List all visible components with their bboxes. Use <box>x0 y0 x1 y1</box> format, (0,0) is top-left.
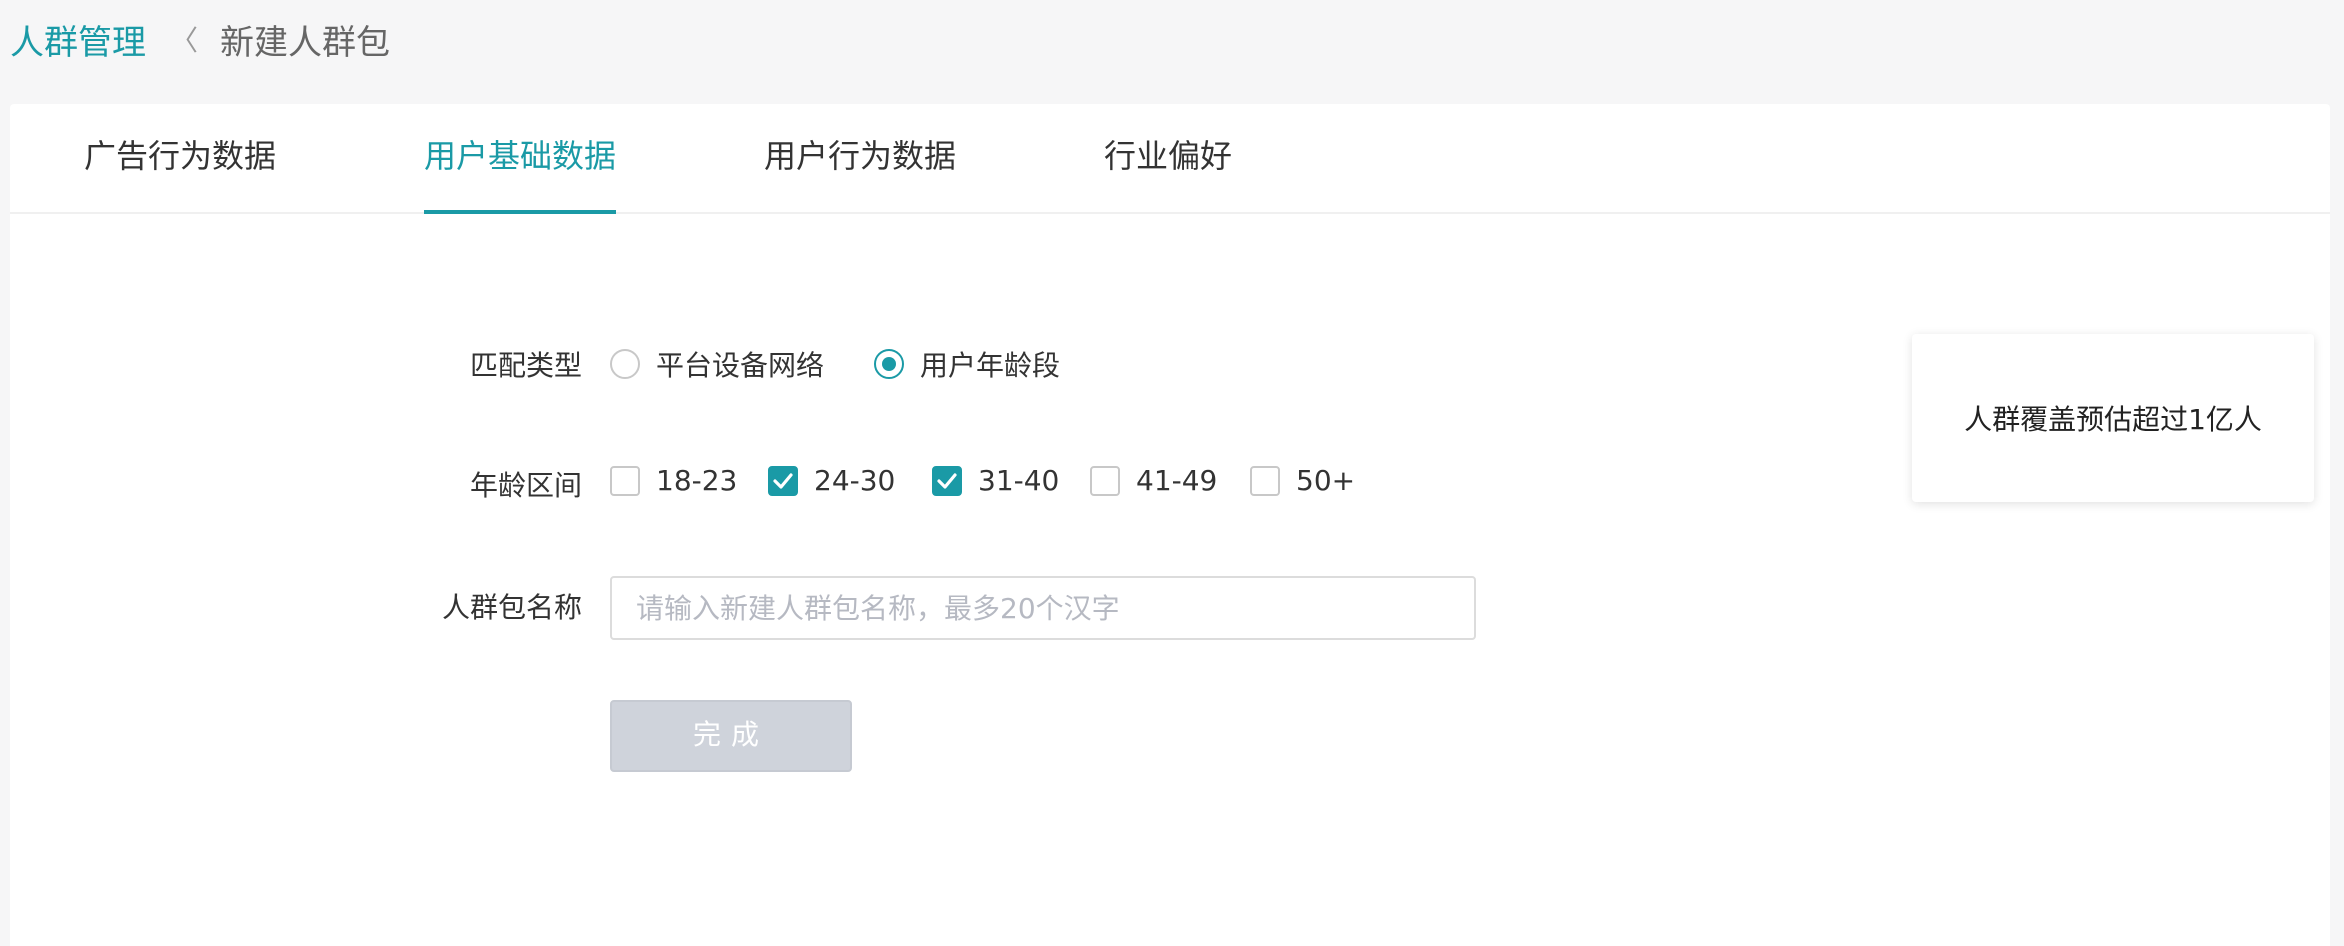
checkmark-icon <box>768 465 798 496</box>
checkbox-label: 24-30 <box>814 464 896 497</box>
checkbox-label: 41-49 <box>1136 464 1218 497</box>
tab-user-behavior[interactable]: 用户行为数据 <box>764 104 956 212</box>
tab-ad-behavior[interactable]: 广告行为数据 <box>84 104 276 212</box>
radio-platform-device-network[interactable]: 平台设备网络 <box>610 344 824 384</box>
radio-unchecked-icon <box>610 349 640 379</box>
done-button[interactable]: 完成 <box>610 700 852 772</box>
breadcrumb-current: 新建人群包 <box>220 22 391 63</box>
tab-bar: 广告行为数据 用户基础数据 用户行为数据 行业偏好 <box>10 104 2330 214</box>
tab-industry-preference[interactable]: 行业偏好 <box>1104 104 1232 212</box>
checkmark-icon <box>932 465 962 496</box>
checkbox-label: 31-40 <box>978 464 1060 497</box>
checkbox-unchecked-icon <box>1250 465 1280 496</box>
tab-user-basic[interactable]: 用户基础数据 <box>424 104 617 214</box>
radio-checked-icon <box>874 349 904 379</box>
checkbox-label: 18-23 <box>656 464 738 497</box>
breadcrumb: 人群管理 〈 新建人群包 <box>10 14 390 64</box>
radio-user-age-group[interactable]: 用户年龄段 <box>874 344 1060 384</box>
checkbox-age-31-40[interactable]: 31-40 <box>932 464 1059 497</box>
age-range-label: 年龄区间 <box>469 469 582 502</box>
checkbox-age-50-plus[interactable]: 50+ <box>1250 464 1355 497</box>
checkbox-unchecked-icon <box>610 465 640 496</box>
radio-label: 用户年龄段 <box>920 349 1061 382</box>
checkbox-age-18-23[interactable]: 18-23 <box>610 464 737 497</box>
main-card: 广告行为数据 用户基础数据 用户行为数据 行业偏好 匹配类型 平台设备网络 用户… <box>10 104 2330 946</box>
checkbox-age-24-30[interactable]: 24-30 <box>768 464 895 497</box>
estimate-text: 人群覆盖预估超过1亿人 <box>1964 403 2262 436</box>
chevron-left-icon: 〈 <box>170 24 199 57</box>
match-type-label: 匹配类型 <box>469 349 582 382</box>
crowd-name-input[interactable] <box>610 576 1476 640</box>
estimate-card: 人群覆盖预估超过1亿人 <box>1912 334 2314 502</box>
breadcrumb-root-link[interactable]: 人群管理 <box>10 15 146 64</box>
crowd-name-label: 人群包名称 <box>441 591 582 624</box>
checkbox-label: 50+ <box>1296 464 1356 497</box>
checkbox-unchecked-icon <box>1090 465 1120 496</box>
radio-label: 平台设备网络 <box>656 349 825 382</box>
checkbox-age-41-49[interactable]: 41-49 <box>1090 464 1217 497</box>
